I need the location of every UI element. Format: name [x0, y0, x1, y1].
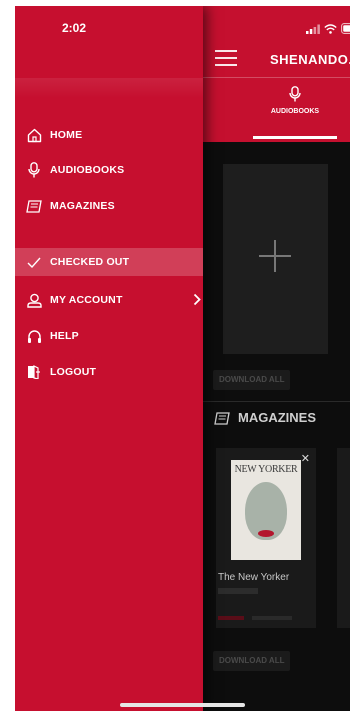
magazine-card[interactable]: ✕ NEW YORKER The New Yorker [216, 448, 316, 628]
cellular-signal-icon [306, 24, 320, 34]
magazine-card-partial[interactable] [337, 448, 350, 628]
status-icons [306, 23, 350, 34]
cover-title: NEW YORKER [234, 464, 298, 475]
tab-active-indicator [253, 136, 337, 139]
status-time: 2:02 [62, 21, 87, 35]
hamburger-menu-icon[interactable] [215, 50, 237, 66]
phone-screen: SHENANDO... AUDIOBOOKS DOWNLOAD ALL MAGA… [15, 6, 350, 711]
magazine-name: The New Yorker [218, 572, 290, 583]
nav-label: HOME [50, 129, 83, 141]
headphones-icon [27, 329, 41, 343]
nav-label: LOGOUT [50, 366, 97, 378]
nav-label: AUDIOBOOKS [50, 164, 125, 176]
tab-audiobooks[interactable]: AUDIOBOOKS [259, 86, 331, 115]
nav-label: MAGAZINES [50, 200, 115, 212]
nav-label: CHECKED OUT [50, 256, 130, 268]
chevron-right-icon [193, 293, 201, 306]
magazine-cover: NEW YORKER [231, 460, 301, 560]
plus-icon [259, 240, 291, 272]
section-title: MAGAZINES [238, 410, 316, 425]
download-all-button[interactable]: DOWNLOAD ALL [213, 651, 291, 671]
home-indicator[interactable] [120, 703, 245, 707]
microphone-icon [28, 162, 40, 178]
app-title: SHENANDO... [270, 52, 350, 67]
home-icon [27, 128, 41, 142]
section-divider [203, 401, 350, 402]
navigation-drawer: HOME AUDIOBOOKS MAGAZINES CHECKED OUT MY… [15, 6, 203, 711]
user-icon [26, 293, 42, 308]
magazine-date-placeholder [218, 588, 258, 594]
nav-item-magazines[interactable]: MAGAZINES [15, 190, 203, 222]
nav-label: MY ACCOUNT [50, 294, 123, 306]
nav-item-home[interactable]: HOME [15, 119, 203, 151]
nav-item-help[interactable]: HELP [15, 320, 203, 352]
header-divider [203, 77, 350, 78]
nav-item-logout[interactable]: LOGOUT [15, 356, 203, 388]
add-title-card[interactable] [223, 164, 328, 354]
microphone-icon [289, 86, 301, 102]
wifi-icon [324, 23, 337, 34]
tab-label: AUDIOBOOKS [270, 108, 320, 115]
checkmark-icon [27, 257, 41, 268]
magazine-icon [214, 412, 230, 425]
logout-icon [28, 365, 40, 379]
magazines-section-header: MAGAZINES [214, 410, 316, 425]
nav-label: HELP [50, 330, 79, 342]
magazine-icon [26, 199, 42, 213]
progress-track [252, 616, 292, 620]
battery-icon [341, 23, 350, 34]
nav-item-checked-out[interactable]: CHECKED OUT [15, 248, 203, 276]
close-icon[interactable]: ✕ [301, 452, 310, 465]
nav-item-audiobooks[interactable]: AUDIOBOOKS [15, 154, 203, 186]
download-all-button[interactable]: DOWNLOAD ALL [213, 370, 291, 390]
drawer-highlight [15, 78, 203, 98]
nav-item-my-account[interactable]: MY ACCOUNT [15, 284, 203, 316]
progress-bar [218, 616, 244, 620]
cover-illustration-detail [258, 530, 274, 537]
